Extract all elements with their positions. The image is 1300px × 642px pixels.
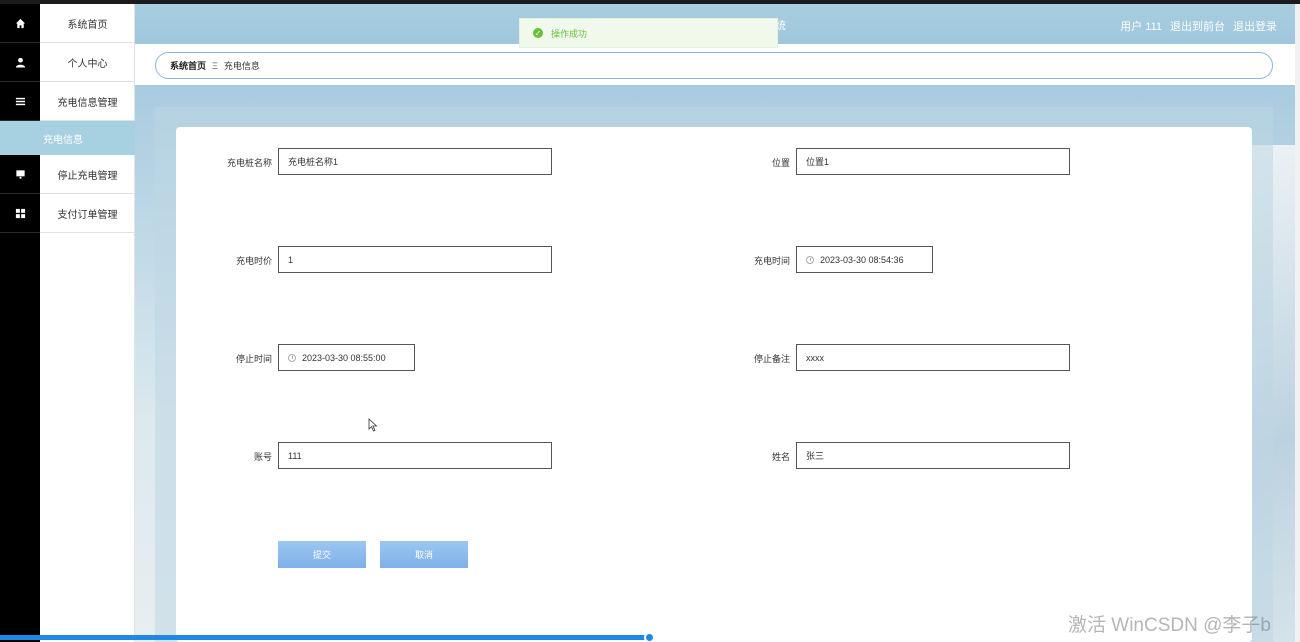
price-label: 充电时价 bbox=[235, 256, 272, 266]
sidebar-item-personal-center[interactable]: 个人中心 bbox=[40, 43, 135, 82]
toast-message: 操作成功 bbox=[551, 28, 588, 39]
sidebar-item-charging-info-management[interactable]: 充电信息管理 bbox=[40, 82, 135, 121]
pile-name-input[interactable]: 充电桩名称1 bbox=[278, 148, 552, 175]
monitor-icon bbox=[15, 169, 25, 179]
header-user-actions: 用户 111 退出到前台 退出登录 bbox=[1120, 18, 1277, 34]
charge-time-picker[interactable]: 2023-03-30 08:54:36 bbox=[796, 246, 933, 273]
watermark: 激活 WinCSDN @李子b bbox=[1068, 615, 1271, 636]
stop-note-label: 停止备注 bbox=[753, 354, 790, 364]
pile-name-label: 充电桩名称 bbox=[226, 158, 272, 168]
charge-time-value: 2023-03-30 08:54:36 bbox=[820, 254, 904, 265]
grid-icon bbox=[15, 208, 25, 218]
breadcrumb-separator: Ξ bbox=[212, 60, 218, 71]
sidebar-icon-strip bbox=[0, 4, 40, 642]
charge-time-label: 充电时间 bbox=[753, 256, 790, 266]
sidebar-icon-monitor[interactable] bbox=[0, 155, 40, 194]
breadcrumb-current: 充电信息 bbox=[223, 61, 260, 71]
account-value: 111 bbox=[288, 450, 302, 461]
stop-time-value: 2023-03-30 08:55:00 bbox=[302, 352, 386, 363]
logout-link[interactable]: 退出登录 bbox=[1233, 18, 1277, 34]
stop-note-input[interactable]: xxxx bbox=[796, 344, 1070, 371]
sidebar-menu: 系统首页 个人中心 充电信息管理 停止充电管理 支付订单管理 bbox=[40, 4, 135, 642]
loading-progress-bar bbox=[0, 635, 650, 640]
user-icon bbox=[15, 57, 25, 68]
sidebar-icon-user[interactable] bbox=[0, 43, 40, 82]
breadcrumb: 系统首页 Ξ 充电信息 bbox=[155, 52, 1273, 79]
location-input[interactable]: 位置1 bbox=[796, 148, 1070, 175]
sidebar-icon-list[interactable] bbox=[0, 82, 40, 121]
list-icon bbox=[15, 97, 25, 105]
name-input[interactable]: 张三 bbox=[796, 442, 1070, 469]
sidebar-icon-home[interactable] bbox=[0, 4, 40, 43]
sidebar-subitem-charging-info[interactable]: 充电信息 bbox=[0, 121, 135, 155]
location-label: 位置 bbox=[771, 158, 790, 168]
pile-name-value: 充电桩名称1 bbox=[288, 157, 339, 167]
mouse-cursor-icon bbox=[368, 418, 378, 432]
back-to-front-link[interactable]: 退出到前台 bbox=[1170, 18, 1225, 34]
name-label: 姓名 bbox=[771, 452, 790, 462]
stop-time-label: 停止时间 bbox=[235, 354, 272, 364]
progress-knob bbox=[644, 632, 655, 642]
sidebar-item-payment-order-management[interactable]: 支付订单管理 bbox=[40, 194, 135, 233]
check-circle-icon: ✓ bbox=[533, 28, 543, 38]
location-value: 位置1 bbox=[806, 157, 830, 167]
submit-button[interactable]: 提交 bbox=[278, 541, 366, 568]
price-input[interactable]: 1 bbox=[278, 246, 552, 273]
stop-note-value: xxxx bbox=[806, 352, 824, 363]
sidebar-item-stop-charging-management[interactable]: 停止充电管理 bbox=[40, 155, 135, 194]
home-icon bbox=[15, 18, 25, 28]
name-value: 张三 bbox=[806, 451, 825, 461]
clock-icon bbox=[288, 353, 296, 362]
clock-icon bbox=[806, 255, 814, 264]
account-input[interactable]: 111 bbox=[278, 442, 552, 469]
success-toast: ✓ 操作成功 bbox=[519, 18, 778, 48]
account-label: 账号 bbox=[253, 452, 272, 462]
price-value: 1 bbox=[288, 254, 294, 265]
user-label: 用户 111 bbox=[1120, 21, 1162, 33]
sidebar-icon-grid[interactable] bbox=[0, 194, 40, 233]
cancel-button[interactable]: 取消 bbox=[380, 541, 468, 568]
sidebar-item-home[interactable]: 系统首页 bbox=[40, 4, 135, 43]
stop-time-picker[interactable]: 2023-03-30 08:55:00 bbox=[278, 344, 415, 371]
breadcrumb-home[interactable]: 系统首页 bbox=[170, 59, 206, 72]
page-scrollbar[interactable] bbox=[1295, 4, 1300, 642]
